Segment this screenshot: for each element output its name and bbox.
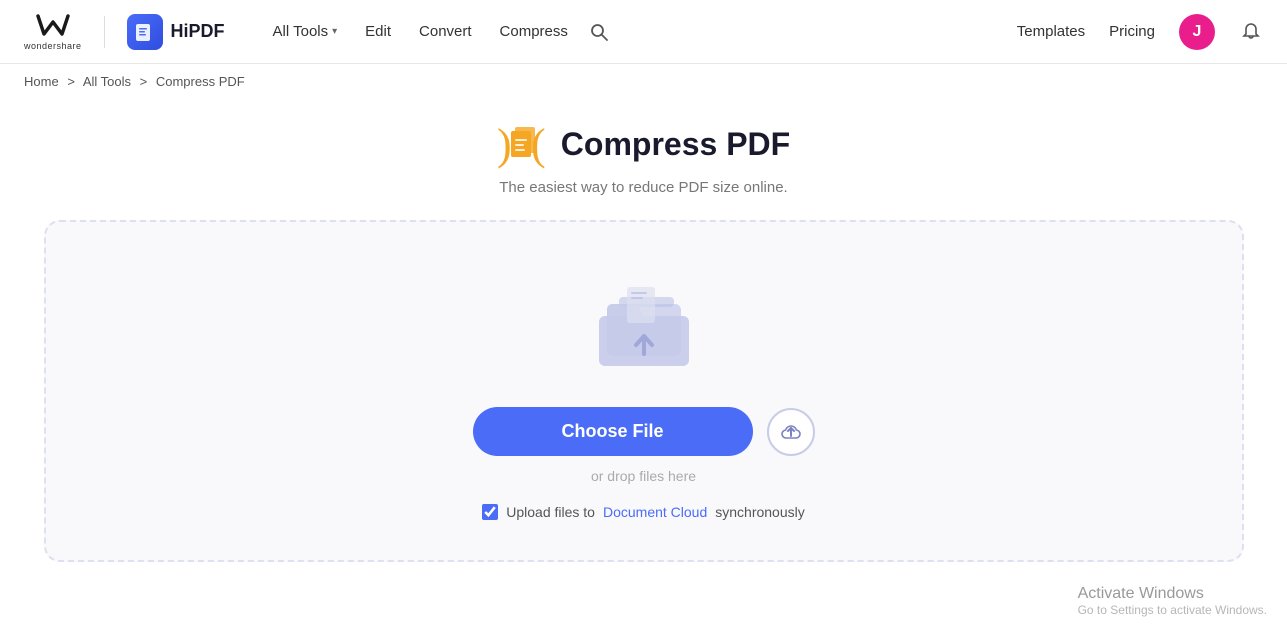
- wondershare-icon: [34, 12, 72, 40]
- wondershare-text: wondershare: [24, 41, 82, 51]
- upload-option-text: Upload files to: [506, 504, 595, 520]
- svg-text:(: (: [531, 120, 546, 169]
- cloud-upload-button[interactable]: [767, 408, 815, 456]
- nav-right: Templates Pricing J: [1017, 14, 1263, 50]
- templates-nav[interactable]: Templates: [1017, 23, 1085, 40]
- breadcrumb-all-tools[interactable]: All Tools: [83, 74, 131, 89]
- page-title: Compress PDF: [561, 126, 790, 163]
- page-title-row: ) ( Compress PDF: [497, 119, 790, 169]
- page-header: ) ( Compress PDF The easiest way to redu…: [497, 119, 790, 196]
- search-button[interactable]: [588, 21, 610, 43]
- windows-activation-subtitle: Go to Settings to activate Windows.: [1078, 603, 1267, 617]
- nav-divider: [104, 16, 105, 48]
- notification-bell[interactable]: [1239, 20, 1263, 44]
- logo-area: wondershare HiPDF: [24, 12, 225, 51]
- breadcrumb: Home > All Tools > Compress PDF: [0, 64, 1287, 99]
- breadcrumb-sep2: >: [140, 74, 148, 89]
- breadcrumb-sep1: >: [67, 74, 75, 89]
- drop-zone[interactable]: Choose File or drop files here Upload fi…: [44, 220, 1244, 562]
- hipdf-label: HiPDF: [171, 21, 225, 42]
- wondershare-logo[interactable]: wondershare: [24, 12, 82, 51]
- convert-nav[interactable]: Convert: [407, 17, 484, 46]
- all-tools-dropdown-arrow: ▾: [332, 26, 337, 37]
- cloud-upload-icon: [779, 420, 803, 444]
- choose-file-button[interactable]: Choose File: [473, 407, 753, 456]
- navbar: wondershare HiPDF All Tools ▾ Edit Conve…: [0, 0, 1287, 64]
- document-cloud-link[interactable]: Document Cloud: [603, 504, 707, 520]
- user-avatar[interactable]: J: [1179, 14, 1215, 50]
- pricing-nav[interactable]: Pricing: [1109, 23, 1155, 40]
- action-row: Choose File: [473, 407, 815, 456]
- main-content: ) ( Compress PDF The easiest way to redu…: [0, 99, 1287, 562]
- document-cloud-checkbox[interactable]: [482, 504, 498, 520]
- hipdf-brand[interactable]: HiPDF: [127, 14, 225, 50]
- breadcrumb-current: Compress PDF: [156, 74, 245, 89]
- all-tools-nav[interactable]: All Tools ▾: [261, 17, 350, 46]
- compress-nav[interactable]: Compress: [488, 17, 580, 46]
- windows-activation-watermark: Activate Windows Go to Settings to activ…: [1078, 585, 1267, 617]
- windows-activation-title: Activate Windows: [1078, 585, 1267, 603]
- compress-pdf-icon: ) (: [497, 119, 547, 169]
- svg-text:): ): [497, 120, 512, 169]
- folder-illustration: [589, 282, 699, 377]
- upload-option-row: Upload files to Document Cloud synchrono…: [482, 504, 805, 520]
- drop-hint: or drop files here: [591, 468, 696, 484]
- page-subtitle: The easiest way to reduce PDF size onlin…: [499, 179, 787, 196]
- breadcrumb-home[interactable]: Home: [24, 74, 59, 89]
- edit-nav[interactable]: Edit: [353, 17, 403, 46]
- hipdf-icon: [127, 14, 163, 50]
- nav-links: All Tools ▾ Edit Convert Compress: [261, 17, 610, 46]
- upload-option-suffix: synchronously: [715, 504, 805, 520]
